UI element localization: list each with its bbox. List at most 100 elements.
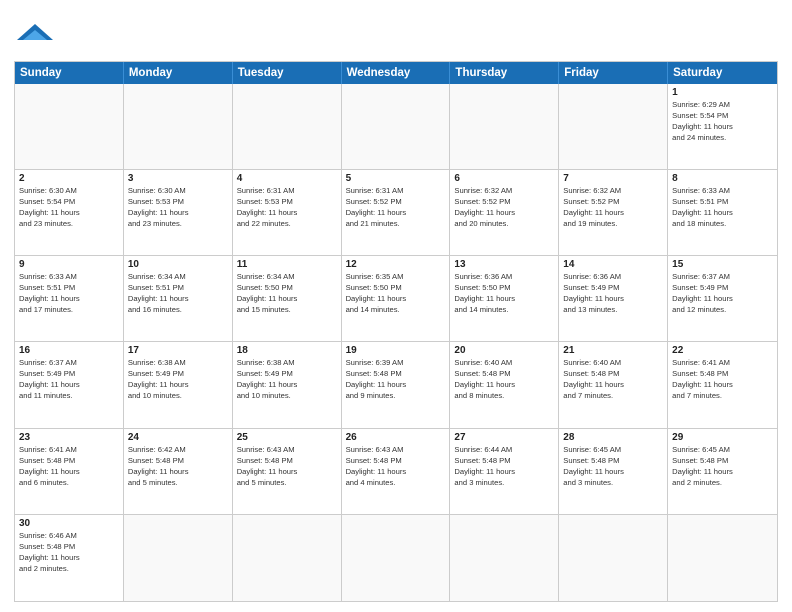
cal-cell: 3Sunrise: 6:30 AMSunset: 5:53 PMDaylight… [124,170,233,255]
header-monday: Monday [124,62,233,84]
cal-cell: 24Sunrise: 6:42 AMSunset: 5:48 PMDayligh… [124,429,233,514]
day-number: 20 [454,345,554,356]
day-info: Sunrise: 6:37 AMSunset: 5:49 PMDaylight:… [672,271,773,315]
cal-cell: 13Sunrise: 6:36 AMSunset: 5:50 PMDayligh… [450,256,559,341]
day-number: 10 [128,259,228,270]
day-info: Sunrise: 6:32 AMSunset: 5:52 PMDaylight:… [563,185,663,229]
header [14,10,778,55]
day-number: 1 [672,87,773,98]
cal-cell [15,84,124,169]
day-number: 15 [672,259,773,270]
day-number: 23 [19,432,119,443]
day-number: 21 [563,345,663,356]
day-info: Sunrise: 6:45 AMSunset: 5:48 PMDaylight:… [672,444,773,488]
day-number: 14 [563,259,663,270]
day-info: Sunrise: 6:33 AMSunset: 5:51 PMDaylight:… [19,271,119,315]
day-number: 26 [346,432,446,443]
cal-cell: 30Sunrise: 6:46 AMSunset: 5:48 PMDayligh… [15,515,124,601]
day-number: 25 [237,432,337,443]
cal-cell: 23Sunrise: 6:41 AMSunset: 5:48 PMDayligh… [15,429,124,514]
header-sunday: Sunday [15,62,124,84]
day-info: Sunrise: 6:33 AMSunset: 5:51 PMDaylight:… [672,185,773,229]
day-info: Sunrise: 6:42 AMSunset: 5:48 PMDaylight:… [128,444,228,488]
cal-cell: 20Sunrise: 6:40 AMSunset: 5:48 PMDayligh… [450,342,559,427]
day-info: Sunrise: 6:31 AMSunset: 5:53 PMDaylight:… [237,185,337,229]
day-number: 16 [19,345,119,356]
day-info: Sunrise: 6:43 AMSunset: 5:48 PMDaylight:… [237,444,337,488]
day-number: 18 [237,345,337,356]
header-thursday: Thursday [450,62,559,84]
cal-cell: 16Sunrise: 6:37 AMSunset: 5:49 PMDayligh… [15,342,124,427]
day-number: 8 [672,173,773,184]
cal-cell: 22Sunrise: 6:41 AMSunset: 5:48 PMDayligh… [668,342,777,427]
day-info: Sunrise: 6:41 AMSunset: 5:48 PMDaylight:… [19,444,119,488]
day-number: 3 [128,173,228,184]
day-number: 30 [19,518,119,529]
day-number: 13 [454,259,554,270]
calendar: SundayMondayTuesdayWednesdayThursdayFrid… [14,61,778,602]
cal-cell [233,515,342,601]
day-number: 19 [346,345,446,356]
cal-cell: 1Sunrise: 6:29 AMSunset: 5:54 PMDaylight… [668,84,777,169]
cal-cell [668,515,777,601]
week-row-5: 30Sunrise: 6:46 AMSunset: 5:48 PMDayligh… [15,515,777,601]
logo-icon [17,14,53,50]
calendar-body: 1Sunrise: 6:29 AMSunset: 5:54 PMDaylight… [15,84,777,601]
day-number: 9 [19,259,119,270]
cal-cell: 11Sunrise: 6:34 AMSunset: 5:50 PMDayligh… [233,256,342,341]
day-number: 4 [237,173,337,184]
day-info: Sunrise: 6:34 AMSunset: 5:51 PMDaylight:… [128,271,228,315]
cal-cell [342,515,451,601]
week-row-0: 1Sunrise: 6:29 AMSunset: 5:54 PMDaylight… [15,84,777,170]
cal-cell [559,84,668,169]
cal-cell: 17Sunrise: 6:38 AMSunset: 5:49 PMDayligh… [124,342,233,427]
day-info: Sunrise: 6:36 AMSunset: 5:50 PMDaylight:… [454,271,554,315]
header-saturday: Saturday [668,62,777,84]
day-number: 11 [237,259,337,270]
day-info: Sunrise: 6:38 AMSunset: 5:49 PMDaylight:… [237,357,337,401]
cal-cell [233,84,342,169]
cal-cell: 7Sunrise: 6:32 AMSunset: 5:52 PMDaylight… [559,170,668,255]
day-info: Sunrise: 6:36 AMSunset: 5:49 PMDaylight:… [563,271,663,315]
day-info: Sunrise: 6:38 AMSunset: 5:49 PMDaylight:… [128,357,228,401]
day-info: Sunrise: 6:30 AMSunset: 5:54 PMDaylight:… [19,185,119,229]
cal-cell [450,84,559,169]
cal-cell: 28Sunrise: 6:45 AMSunset: 5:48 PMDayligh… [559,429,668,514]
day-info: Sunrise: 6:35 AMSunset: 5:50 PMDaylight:… [346,271,446,315]
day-info: Sunrise: 6:41 AMSunset: 5:48 PMDaylight:… [672,357,773,401]
day-info: Sunrise: 6:43 AMSunset: 5:48 PMDaylight:… [346,444,446,488]
day-info: Sunrise: 6:32 AMSunset: 5:52 PMDaylight:… [454,185,554,229]
day-number: 12 [346,259,446,270]
day-info: Sunrise: 6:29 AMSunset: 5:54 PMDaylight:… [672,99,773,143]
cal-cell: 14Sunrise: 6:36 AMSunset: 5:49 PMDayligh… [559,256,668,341]
cal-cell [559,515,668,601]
cal-cell: 8Sunrise: 6:33 AMSunset: 5:51 PMDaylight… [668,170,777,255]
week-row-1: 2Sunrise: 6:30 AMSunset: 5:54 PMDaylight… [15,170,777,256]
cal-cell: 21Sunrise: 6:40 AMSunset: 5:48 PMDayligh… [559,342,668,427]
cal-cell: 5Sunrise: 6:31 AMSunset: 5:52 PMDaylight… [342,170,451,255]
cal-cell [124,515,233,601]
day-info: Sunrise: 6:45 AMSunset: 5:48 PMDaylight:… [563,444,663,488]
cal-cell [342,84,451,169]
week-row-4: 23Sunrise: 6:41 AMSunset: 5:48 PMDayligh… [15,429,777,515]
day-info: Sunrise: 6:37 AMSunset: 5:49 PMDaylight:… [19,357,119,401]
cal-cell: 19Sunrise: 6:39 AMSunset: 5:48 PMDayligh… [342,342,451,427]
header-tuesday: Tuesday [233,62,342,84]
logo [14,14,53,55]
day-number: 7 [563,173,663,184]
cal-cell: 12Sunrise: 6:35 AMSunset: 5:50 PMDayligh… [342,256,451,341]
day-number: 27 [454,432,554,443]
cal-cell: 10Sunrise: 6:34 AMSunset: 5:51 PMDayligh… [124,256,233,341]
day-number: 28 [563,432,663,443]
cal-cell: 29Sunrise: 6:45 AMSunset: 5:48 PMDayligh… [668,429,777,514]
day-info: Sunrise: 6:46 AMSunset: 5:48 PMDaylight:… [19,530,119,574]
day-info: Sunrise: 6:39 AMSunset: 5:48 PMDaylight:… [346,357,446,401]
day-info: Sunrise: 6:40 AMSunset: 5:48 PMDaylight:… [454,357,554,401]
cal-cell: 2Sunrise: 6:30 AMSunset: 5:54 PMDaylight… [15,170,124,255]
day-number: 22 [672,345,773,356]
calendar-header: SundayMondayTuesdayWednesdayThursdayFrid… [15,62,777,84]
day-info: Sunrise: 6:30 AMSunset: 5:53 PMDaylight:… [128,185,228,229]
page: SundayMondayTuesdayWednesdayThursdayFrid… [0,0,792,612]
cal-cell: 27Sunrise: 6:44 AMSunset: 5:48 PMDayligh… [450,429,559,514]
cal-cell: 18Sunrise: 6:38 AMSunset: 5:49 PMDayligh… [233,342,342,427]
